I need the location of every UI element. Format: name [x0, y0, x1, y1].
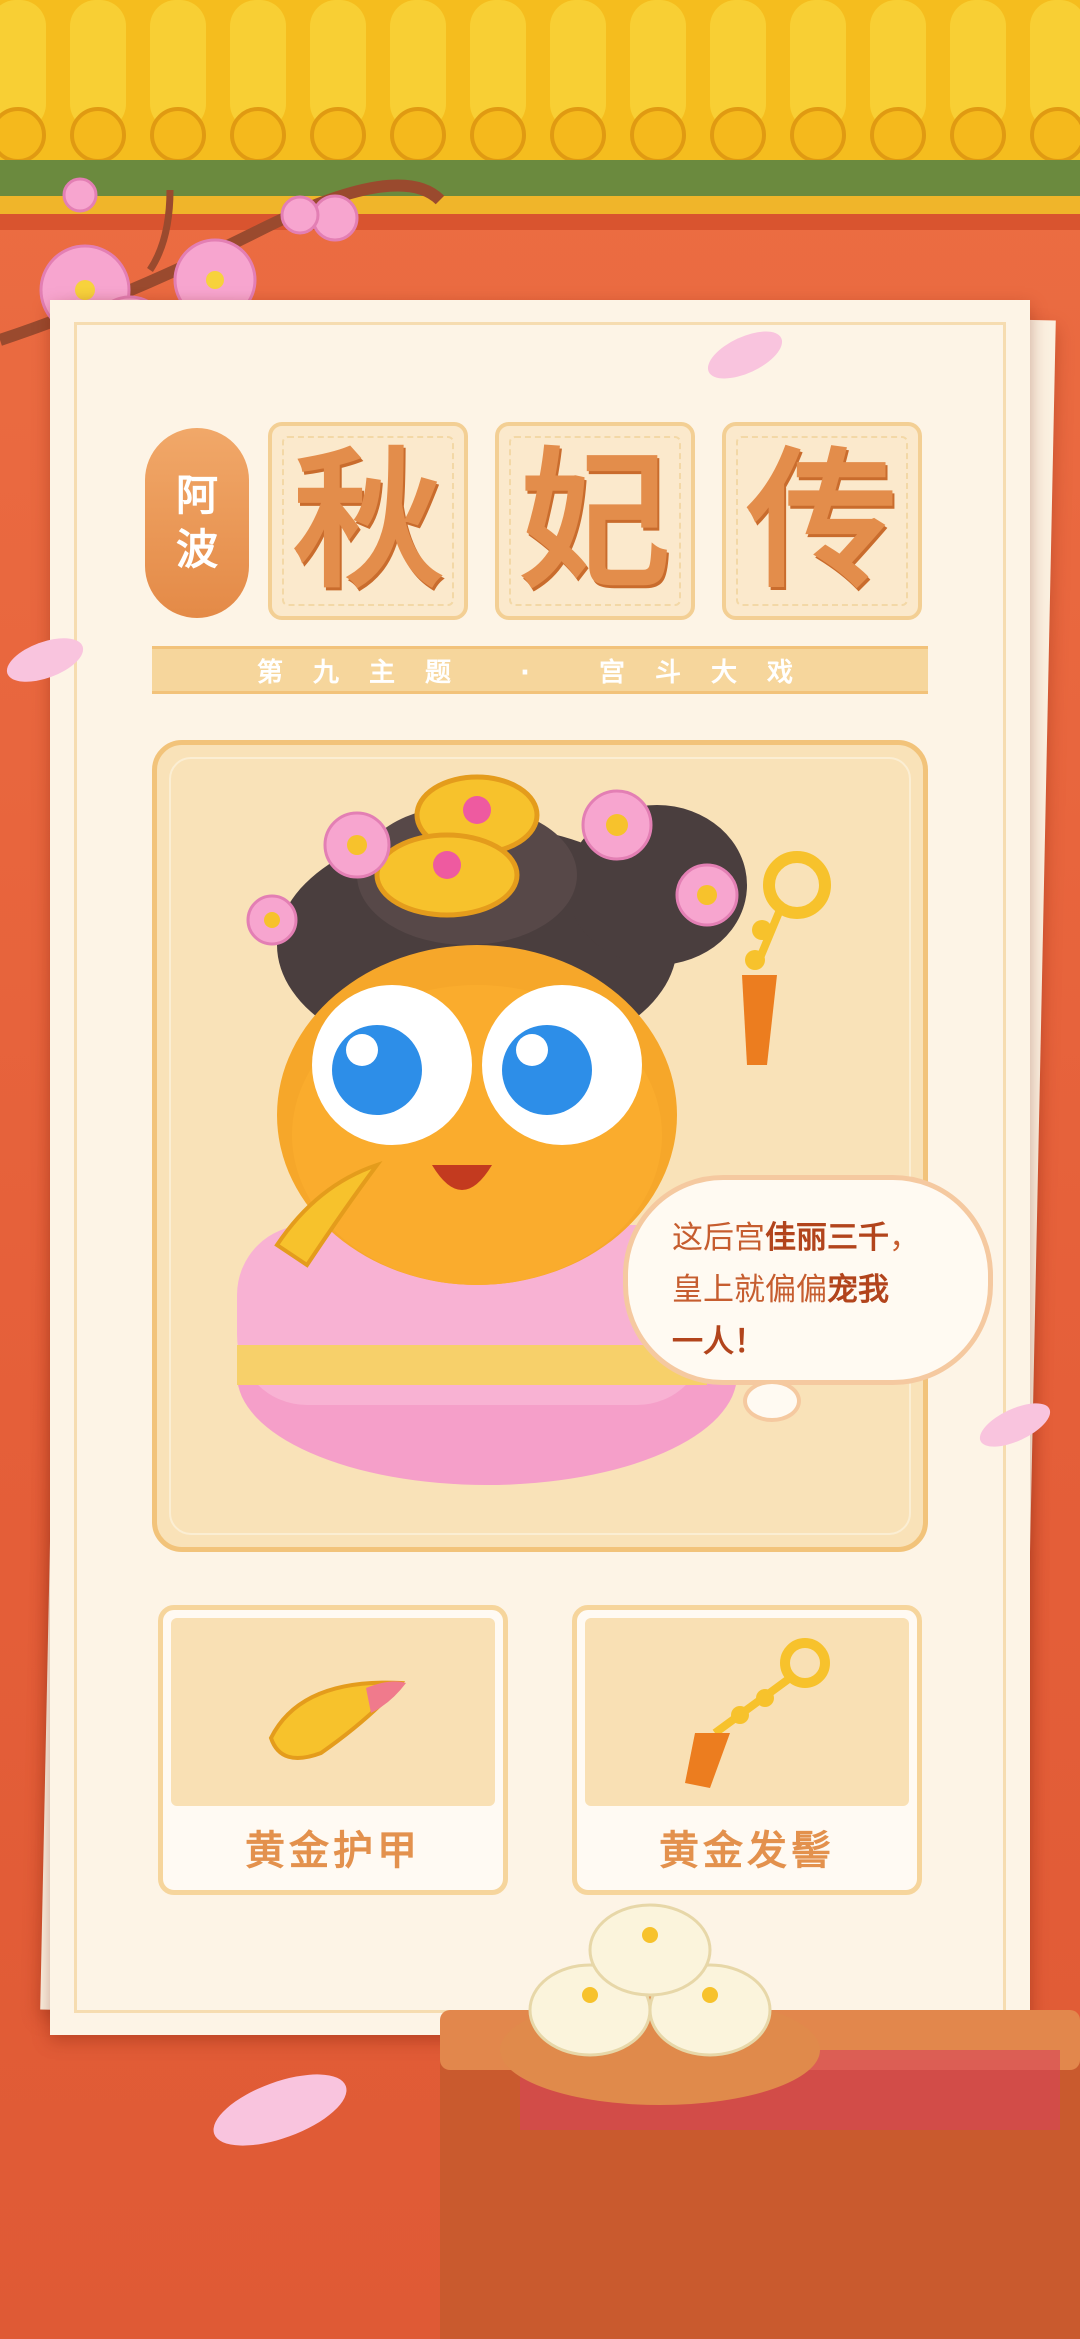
speech-text-1c: ， — [889, 1220, 920, 1256]
character-frame: 这后宫佳丽三千， 皇上就偏偏宠我 一人！ — [152, 740, 993, 1552]
speech-line-1: 这后宫佳丽三千， — [672, 1212, 968, 1264]
speech-bubble-tail — [743, 1380, 801, 1422]
title-char-1: 秋 — [292, 433, 443, 609]
petal-decoration — [213, 2074, 347, 2146]
item-card-hairpin[interactable]: 黄金发髻 — [572, 1605, 922, 1895]
roof-tile-end — [710, 107, 766, 163]
subtitle-text: 第九主题 · 宫斗大戏 — [257, 657, 823, 688]
roof-tile-end — [1030, 107, 1080, 163]
speech-text-1a: 这后宫 — [672, 1220, 765, 1256]
petal-decoration — [979, 1403, 1051, 1447]
speech-bubble: 这后宫佳丽三千， 皇上就偏偏宠我 一人！ — [623, 1175, 993, 1385]
table-with-pastries — [440, 1903, 1080, 2339]
title-char-2: 妃 — [519, 433, 670, 609]
paper-card: 阿 波 秋 妃 传 第九主题 · 宫斗大戏 这后宫佳丽三千， 皇上就偏偏宠我 一… — [50, 300, 1030, 2035]
title-char-3: 传 — [746, 433, 897, 609]
golden-nail-guard-icon — [268, 1680, 406, 1760]
petal-decoration — [707, 331, 783, 379]
subtitle-bar: 第九主题 · 宫斗大戏 — [152, 646, 928, 694]
title-tile-1: 秋 — [268, 422, 468, 620]
title-tile-2: 妃 — [495, 422, 695, 620]
item-label-nail-guard: 黄金护甲 — [245, 1828, 421, 1874]
speech-text-2a: 皇上就偏偏 — [672, 1272, 827, 1308]
speech-text-1b: 佳丽三千 — [765, 1220, 889, 1256]
speech-text-3: 一人！ — [672, 1324, 765, 1360]
speech-line-2: 皇上就偏偏宠我 — [672, 1264, 968, 1316]
golden-hairpin-icon — [685, 1638, 830, 1788]
item-art-nail-guard — [171, 1618, 495, 1806]
item-label-hairpin: 黄金发髻 — [659, 1828, 835, 1874]
roof-tile-end — [550, 107, 606, 163]
speech-line-3: 一人！ — [672, 1316, 968, 1368]
roof-tile-end — [950, 107, 1006, 163]
roof-tile-end — [470, 107, 526, 163]
item-art-hairpin — [585, 1618, 909, 1806]
name-badge: 阿 波 — [145, 428, 249, 618]
item-card-nail-guard[interactable]: 黄金护甲 — [158, 1605, 508, 1895]
badge-char-bottom: 波 — [175, 525, 218, 574]
roof-tile-end — [630, 107, 686, 163]
title-tile-3: 传 — [722, 422, 922, 620]
roof-tile-end — [790, 107, 846, 163]
petal-decoration — [6, 638, 84, 682]
roof-tile-end — [870, 107, 926, 163]
speech-text-2b: 宠我 — [827, 1272, 889, 1308]
badge-char-top: 阿 — [175, 471, 218, 520]
